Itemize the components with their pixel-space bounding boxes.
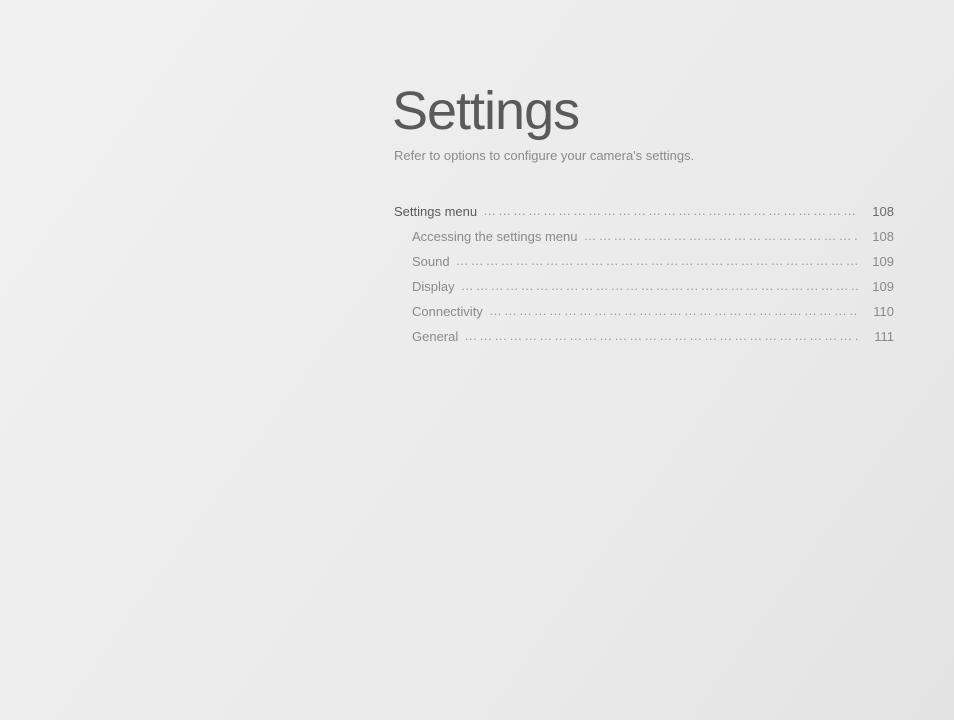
toc-item-page: 109 — [858, 279, 894, 294]
toc-item-label: Sound — [412, 254, 456, 269]
toc-item-page: 109 — [858, 254, 894, 269]
toc-item-row: General 111 — [394, 328, 894, 344]
page-title: Settings — [392, 80, 894, 142]
toc-item-row: Display 109 — [394, 278, 894, 294]
toc-item-label: General — [412, 329, 464, 344]
toc-item-row: Sound 109 — [394, 253, 894, 269]
toc-item-page: 111 — [858, 329, 894, 344]
toc-leader — [464, 328, 858, 341]
toc-leader — [483, 203, 858, 216]
toc-leader — [489, 303, 858, 316]
document-stage: Settings Refer to options to configure y… — [0, 0, 954, 720]
toc-leader — [456, 253, 858, 266]
toc-item-page: 110 — [858, 304, 894, 319]
toc-item-row: Accessing the settings menu 108 — [394, 228, 894, 244]
page-content: Settings Refer to options to configure y… — [394, 0, 954, 353]
toc-leader — [461, 278, 858, 291]
toc-section-label: Settings menu — [394, 204, 483, 219]
toc-section-row: Settings menu 108 — [394, 203, 894, 219]
toc-section-page: 108 — [858, 204, 894, 219]
toc-item-label: Connectivity — [412, 304, 489, 319]
toc-item-label: Accessing the settings menu — [412, 229, 583, 244]
toc-item-row: Connectivity 110 — [394, 303, 894, 319]
toc-item-label: Display — [412, 279, 461, 294]
toc-leader — [583, 228, 858, 241]
toc-item-page: 108 — [858, 229, 894, 244]
page-subtitle: Refer to options to configure your camer… — [394, 148, 894, 163]
table-of-contents: Settings menu 108 Accessing the settings… — [394, 203, 894, 344]
